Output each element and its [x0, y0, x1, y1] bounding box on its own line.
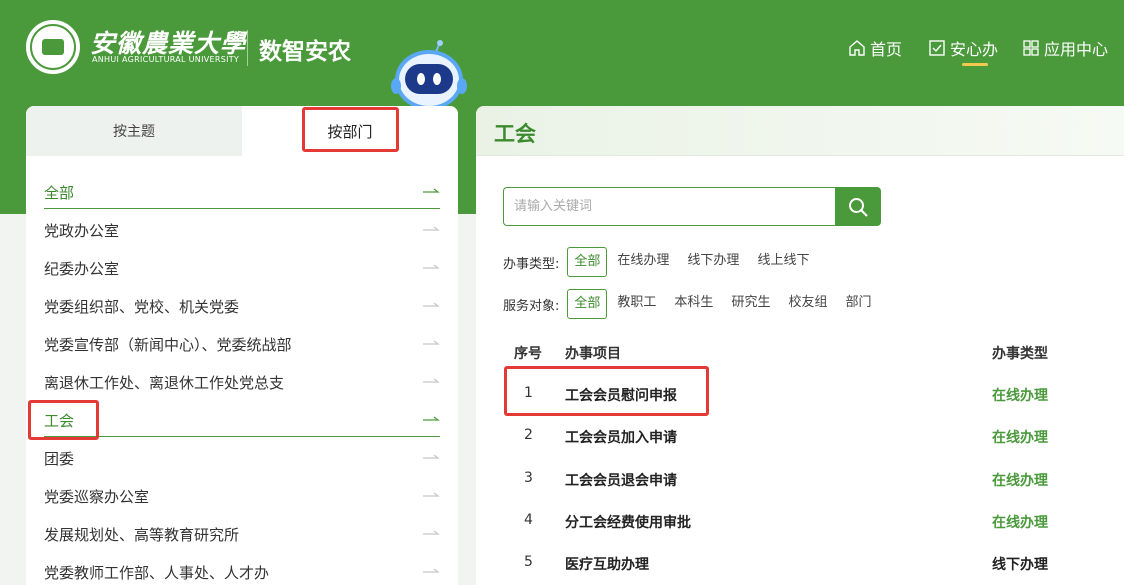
home-icon [849, 40, 865, 56]
row-item-name[interactable]: 工会会员退会申请 [565, 470, 677, 490]
filter-audience-label: 服务对象: [503, 298, 560, 314]
row-item-type: 在线办理 [992, 473, 1048, 489]
department-item-label: 离退休工作处、离退休工作处党总支 [44, 373, 285, 392]
filter-audience-undergrad[interactable]: 本科生 [666, 289, 721, 319]
row-number: 5 [524, 554, 533, 570]
department-panel: 按主题 按部门 全部 党政办公室 纪委办公室 党委组织部、党校、机关党委 党委宣… [26, 106, 458, 585]
nav-app-center[interactable]: 应用中心 [1022, 36, 1108, 60]
arrow-right-icon [423, 340, 440, 345]
arrow-right-icon [423, 226, 440, 231]
filter-audience-graduate[interactable]: 研究生 [723, 289, 778, 319]
row-item-type: 在线办理 [992, 388, 1048, 404]
search-icon [849, 197, 868, 217]
table-row[interactable]: 1 工会会员慰问申报 在线办理 [476, 372, 1124, 414]
category-tabs: 按主题 按部门 [26, 106, 458, 156]
filter-audience-all[interactable]: 全部 [567, 289, 608, 319]
department-item[interactable]: 党委宣传部（新闻中心）、党委统战部 [44, 325, 440, 363]
row-item-name[interactable]: 医疗互助办理 [565, 554, 649, 574]
arrow-right-icon [423, 454, 440, 459]
filter-audience-row: 服务对象: 全部 教职工 本科生 研究生 校友组 部门 [503, 289, 881, 319]
nav-home-label: 首页 [870, 40, 903, 59]
search-button[interactable] [835, 187, 881, 226]
service-panel-header: 工会 [476, 106, 1124, 156]
department-item-label: 全部 [44, 183, 75, 202]
department-item[interactable]: 党政办公室 [44, 211, 440, 249]
department-item-label: 党委教师工作部、人事处、人才办 [44, 563, 270, 582]
department-item-label: 团委 [44, 449, 75, 468]
nav-active-indicator [962, 63, 988, 66]
nav-anxinban-label: 安心办 [950, 40, 999, 59]
header-divider [247, 30, 248, 66]
filter-type-hybrid[interactable]: 线上线下 [749, 247, 817, 277]
row-item-name[interactable]: 分工会经费使用审批 [565, 512, 691, 532]
table-header-item: 办事项目 [565, 346, 621, 362]
filter-type-label: 办事类型: [503, 256, 560, 272]
department-item-label: 党委组织部、党校、机关党委 [44, 297, 240, 316]
table-row[interactable]: 5 医疗互助办理 线下办理 [476, 541, 1124, 583]
page-title: 工会 [494, 122, 536, 146]
search-input[interactable] [503, 187, 837, 226]
filter-type-online[interactable]: 在线办理 [609, 247, 677, 277]
row-item-type: 线下办理 [992, 557, 1048, 573]
table-row[interactable]: 4 分工会经费使用审批 在线办理 [476, 499, 1124, 541]
filter-type-all[interactable]: 全部 [567, 247, 608, 277]
arrow-right-icon [423, 378, 440, 383]
filter-type-row: 办事类型: 全部 在线办理 线下办理 线上线下 [503, 247, 819, 277]
department-item[interactable]: 党委组织部、党校、机关党委 [44, 287, 440, 325]
arrow-right-icon [423, 416, 440, 421]
filter-audience-department[interactable]: 部门 [837, 289, 879, 319]
table-row[interactable]: 2 工会会员加入申请 在线办理 [476, 414, 1124, 456]
arrow-right-icon [423, 302, 440, 307]
arrow-right-icon [423, 530, 440, 535]
tab-by-theme-label: 按主题 [113, 124, 155, 140]
department-item-union[interactable]: 工会 [44, 401, 440, 439]
department-item[interactable]: 发展规划处、高等教育研究所 [44, 515, 440, 553]
department-item-label: 党委宣传部（新闻中心）、党委统战部 [44, 335, 292, 354]
row-item-name[interactable]: 工会会员慰问申报 [565, 385, 677, 405]
department-item-all[interactable]: 全部 [44, 173, 440, 211]
arrow-right-icon [423, 568, 440, 573]
department-item-label: 党委巡察办公室 [44, 487, 150, 506]
robot-mascot-icon [391, 40, 467, 110]
table-row[interactable]: 3 工会会员退会申请 在线办理 [476, 457, 1124, 499]
tab-by-department[interactable]: 按部门 [242, 106, 458, 156]
row-number: 3 [524, 470, 533, 486]
app-name: 数智安农 [259, 39, 351, 65]
department-item-label: 纪委办公室 [44, 259, 120, 278]
service-panel: 工会 办事类型: 全部 在线办理 线下办理 线上线下 服务对象: 全部 教职工 … [476, 106, 1124, 585]
department-item-label: 党政办公室 [44, 221, 120, 240]
row-number: 2 [524, 427, 533, 443]
row-item-type: 在线办理 [992, 430, 1048, 446]
university-logo-icon[interactable] [26, 20, 80, 74]
row-number: 4 [524, 512, 533, 528]
department-item-label: 发展规划处、高等教育研究所 [44, 525, 240, 544]
department-item[interactable]: 党委巡察办公室 [44, 477, 440, 515]
department-item-label: 工会 [44, 411, 75, 430]
arrow-right-icon [423, 188, 440, 193]
nav-anxinban[interactable]: 安心办 [928, 36, 998, 60]
filter-audience-staff[interactable]: 教职工 [609, 289, 664, 319]
department-item[interactable]: 党委教师工作部、人事处、人才办 [44, 553, 440, 585]
row-item-name[interactable]: 工会会员加入申请 [565, 427, 677, 447]
filter-audience-alumni[interactable]: 校友组 [780, 289, 835, 319]
tab-by-department-label: 按部门 [327, 122, 373, 141]
arrow-right-icon [423, 492, 440, 497]
department-item[interactable]: 团委 [44, 439, 440, 477]
department-item[interactable]: 纪委办公室 [44, 249, 440, 287]
nav-home[interactable]: 首页 [848, 36, 902, 60]
nav-app-center-label: 应用中心 [1044, 40, 1109, 59]
row-number: 1 [524, 385, 533, 401]
department-item[interactable]: 离退休工作处、离退休工作处党总支 [44, 363, 440, 401]
university-name-en: ANHUI AGRICULTURAL UNIVERSITY [92, 55, 240, 64]
check-square-icon [929, 40, 945, 56]
table-header-number: 序号 [514, 346, 542, 362]
arrow-right-icon [423, 264, 440, 269]
table-header-type: 办事类型 [992, 346, 1048, 362]
grid-icon [1023, 40, 1039, 56]
tab-by-theme[interactable]: 按主题 [26, 106, 242, 156]
department-list: 全部 党政办公室 纪委办公室 党委组织部、党校、机关党委 党委宣传部（新闻中心）… [44, 173, 440, 585]
row-item-type: 在线办理 [992, 515, 1048, 531]
filter-type-offline[interactable]: 线下办理 [679, 247, 747, 277]
